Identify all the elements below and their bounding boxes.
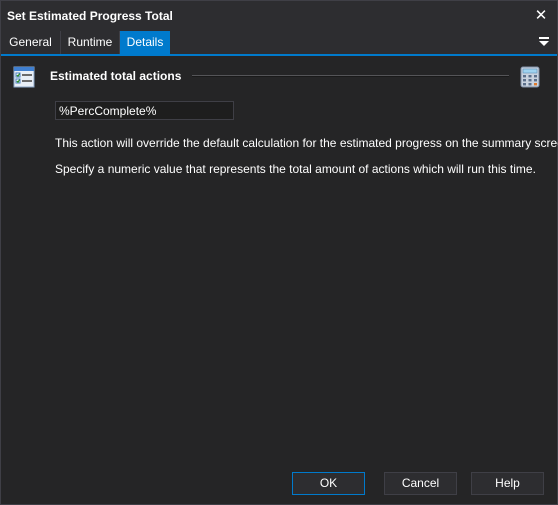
calculator-icon[interactable] bbox=[520, 66, 540, 88]
tab-runtime[interactable]: Runtime bbox=[61, 31, 120, 54]
tab-details[interactable]: Details bbox=[120, 31, 170, 54]
description-specify: Specify a numeric value that represents … bbox=[55, 162, 536, 176]
tab-general[interactable]: General bbox=[1, 31, 61, 54]
window-title: Set Estimated Progress Total bbox=[7, 9, 173, 23]
section-divider bbox=[192, 75, 509, 77]
dialog-window: Set Estimated Progress Total ✕ General R… bbox=[0, 0, 558, 505]
estimated-total-input[interactable] bbox=[55, 101, 234, 120]
section-title: Estimated total actions bbox=[50, 69, 182, 83]
properties-list-icon bbox=[13, 66, 35, 88]
tab-strip: General Runtime Details bbox=[1, 31, 557, 56]
menu-dropdown-icon[interactable] bbox=[537, 35, 551, 49]
ok-button[interactable]: OK bbox=[292, 472, 365, 495]
description-override: This action will override the default ca… bbox=[55, 136, 558, 150]
close-icon[interactable]: ✕ bbox=[531, 6, 551, 26]
title-bar: Set Estimated Progress Total ✕ bbox=[1, 1, 557, 31]
cancel-button[interactable]: Cancel bbox=[384, 472, 457, 495]
help-button[interactable]: Help bbox=[471, 472, 544, 495]
